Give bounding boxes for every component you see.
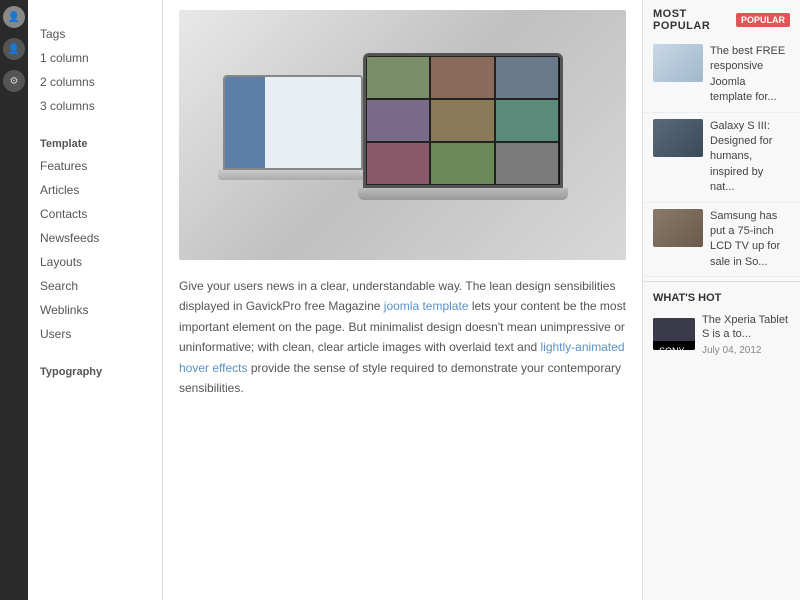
gear-icon[interactable]: ⚙ xyxy=(3,70,25,92)
nav-features[interactable]: Features xyxy=(28,154,162,178)
article-2-thumb xyxy=(653,119,703,157)
laptop-left xyxy=(223,75,383,195)
nav-contacts[interactable]: Contacts xyxy=(28,202,162,226)
hot-article-1-title: The Xperia Tablet S is a to... xyxy=(702,313,790,342)
right-sidebar: MOST POPULAR POPULAR The best FREE respo… xyxy=(642,0,800,600)
popular-badge: POPULAR xyxy=(736,13,790,27)
person-circle-icon[interactable]: 👤 xyxy=(3,38,25,60)
hero-image xyxy=(179,10,626,260)
nav-articles[interactable]: Articles xyxy=(28,178,162,202)
article-1-thumb xyxy=(653,44,703,82)
most-popular-header: MOST POPULAR POPULAR xyxy=(643,0,800,38)
nav-newsfeeds[interactable]: Newsfeeds xyxy=(28,226,162,250)
nav-3col[interactable]: 3 columns xyxy=(28,94,162,118)
laptop-right xyxy=(363,53,583,218)
template-section-title: Template xyxy=(28,130,162,154)
hot-article-1-date: July 04, 2012 xyxy=(702,345,790,356)
popular-article-3[interactable]: Samsung has put a 75-inch LCD TV up for … xyxy=(643,203,800,278)
hot-article-1-info: The Xperia Tablet S is a to... July 04, … xyxy=(702,313,790,356)
sidebar-divider xyxy=(643,281,800,282)
nav-layouts[interactable]: Layouts xyxy=(28,250,162,274)
main-content: Give your users news in a clear, underst… xyxy=(163,0,642,600)
person-icon[interactable]: 👤 xyxy=(3,6,25,28)
popular-article-2[interactable]: Galaxy S III: Designed for humans, inspi… xyxy=(643,113,800,203)
nav-2col[interactable]: 2 columns xyxy=(28,70,162,94)
article-3-thumb xyxy=(653,209,703,247)
popular-article-1[interactable]: The best FREE responsive Joomla template… xyxy=(643,38,800,113)
nav-1col[interactable]: 1 column xyxy=(28,46,162,70)
joomla-template-link[interactable]: joomla template xyxy=(384,299,469,313)
hot-article-1[interactable]: SONY The Xperia Tablet S is a to... July… xyxy=(643,308,800,361)
typography-section-title: Typography xyxy=(28,358,162,382)
most-popular-title: MOST POPULAR xyxy=(653,8,730,32)
nav-tags[interactable]: Tags xyxy=(28,22,162,46)
article-2-text: Galaxy S III: Designed for humans, inspi… xyxy=(710,119,790,196)
nav-weblinks[interactable]: Weblinks xyxy=(28,298,162,322)
whats-hot-title: WHAT'S HOT xyxy=(643,286,800,308)
icon-sidebar: 👤 👤 ⚙ xyxy=(0,0,28,600)
hot-article-1-thumb: SONY xyxy=(653,318,695,350)
article-1-text: The best FREE responsive Joomla template… xyxy=(710,44,790,106)
nav-sidebar: Tags 1 column 2 columns 3 columns Templa… xyxy=(28,0,163,600)
nav-search[interactable]: Search xyxy=(28,274,162,298)
main-description: Give your users news in a clear, underst… xyxy=(179,276,626,398)
nav-users[interactable]: Users xyxy=(28,322,162,346)
sony-label: SONY xyxy=(656,345,688,351)
main-text-section: Give your users news in a clear, underst… xyxy=(179,276,626,398)
article-3-text: Samsung has put a 75-inch LCD TV up for … xyxy=(710,209,790,271)
